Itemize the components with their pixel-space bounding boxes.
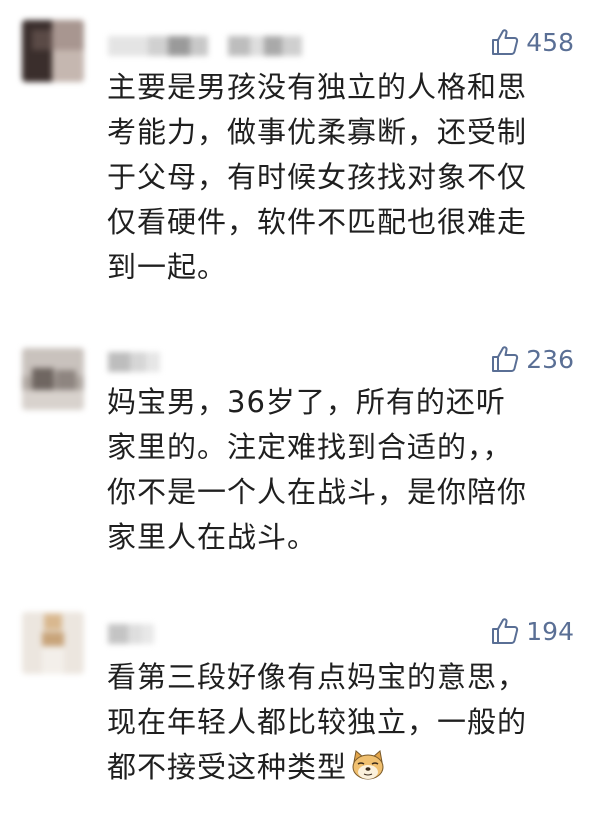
comment-item: 458 主要是男孩没有独立的人格和思 考能力，做事优柔寡断，还受制 于父母，有时…: [0, 0, 600, 330]
thumbs-up-icon: [492, 346, 519, 372]
avatar[interactable]: [22, 612, 84, 674]
username[interactable]: [108, 36, 308, 56]
username[interactable]: [108, 624, 158, 644]
like-count: 236: [526, 344, 574, 374]
like-count: 194: [526, 616, 574, 646]
like-button[interactable]: 194: [490, 614, 574, 648]
like-button[interactable]: 236: [490, 342, 574, 376]
avatar[interactable]: [22, 20, 84, 82]
comment-text: 看第三段好像有点妈宝的意思， 现在年轻人都比较独立，一般的 都不接受这种类型: [107, 655, 577, 790]
comment-text: 主要是男孩没有独立的人格和思 考能力，做事优柔寡断，还受制 于父母，有时候女孩找…: [107, 70, 528, 284]
like-button[interactable]: 458: [490, 25, 574, 59]
comment-text-content: 看第三段好像有点妈宝的意思， 现在年轻人都比较独立，一般的 都不接受这种类型: [107, 660, 528, 784]
like-count: 458: [526, 27, 574, 57]
comment-text: 妈宝男，36岁了，所有的还听 家里的。注定难找到合适的，， 你不是一个人在战斗，…: [107, 385, 528, 554]
doge-emoji-icon: [352, 750, 384, 780]
username[interactable]: [108, 352, 168, 372]
avatar[interactable]: [22, 348, 84, 410]
comment-item: 236 妈宝男，36岁了，所有的还听 家里的。注定难找到合适的，， 你不是一个人…: [0, 330, 600, 600]
thumbs-up-icon: [492, 618, 519, 644]
thumbs-up-icon: [492, 29, 519, 55]
comment-item: 194 看第三段好像有点妈宝的意思， 现在年轻人都比较独立，一般的 都不接受这种…: [0, 600, 600, 813]
